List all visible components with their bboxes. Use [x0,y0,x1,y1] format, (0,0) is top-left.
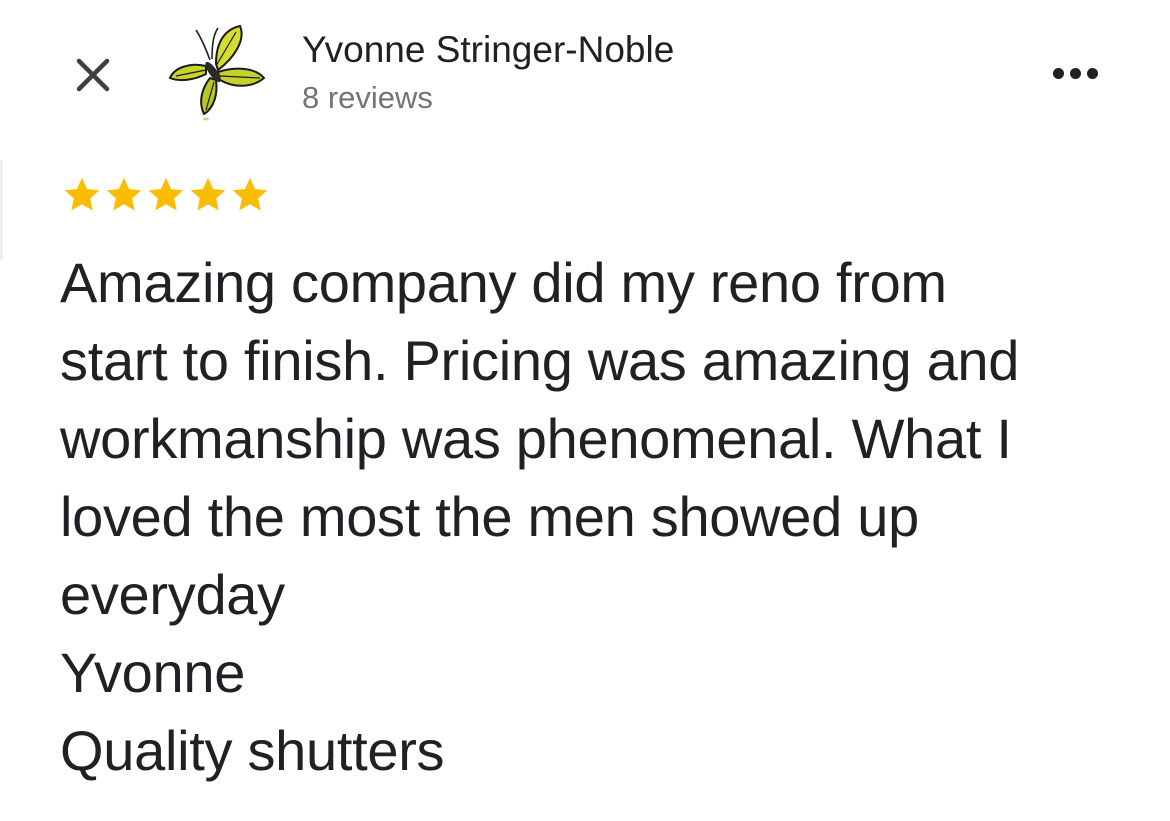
rating-row [62,172,300,218]
review-text-line: workmanship was phenomenal. What I [60,407,1012,470]
review-text-line: start to finish. Pricing was amazing and [60,329,1020,392]
review-text-line: Amazing company did my reno from [60,251,947,314]
review-text-line: everyday [60,563,285,626]
star-icon [148,178,184,211]
star-icon [232,178,268,211]
review-text-line: Yvonne [60,641,246,704]
review-header: Yvonne Stringer-Noble 8 reviews [0,0,1170,150]
more-horizontal-icon [1052,67,1064,79]
close-icon [76,58,110,92]
star-icon [106,178,142,211]
butterfly-avatar-icon[interactable] [160,22,272,122]
more-horizontal-icon [1086,67,1098,79]
close-button[interactable] [68,50,118,100]
review-count[interactable]: 8 reviews [302,80,433,116]
star-rating [62,175,270,215]
review-body: Amazing company did my reno from start to… [60,244,1140,790]
star-icon [64,178,100,211]
more-options-button[interactable] [1040,52,1110,94]
left-divider [0,160,3,260]
review-text-line: Quality shutters [60,719,445,782]
star-icon [190,178,226,211]
reviewer-name[interactable]: Yvonne Stringer-Noble [302,29,674,71]
more-horizontal-icon [1069,67,1081,79]
review-text-line: loved the most the men showed up [60,485,919,548]
